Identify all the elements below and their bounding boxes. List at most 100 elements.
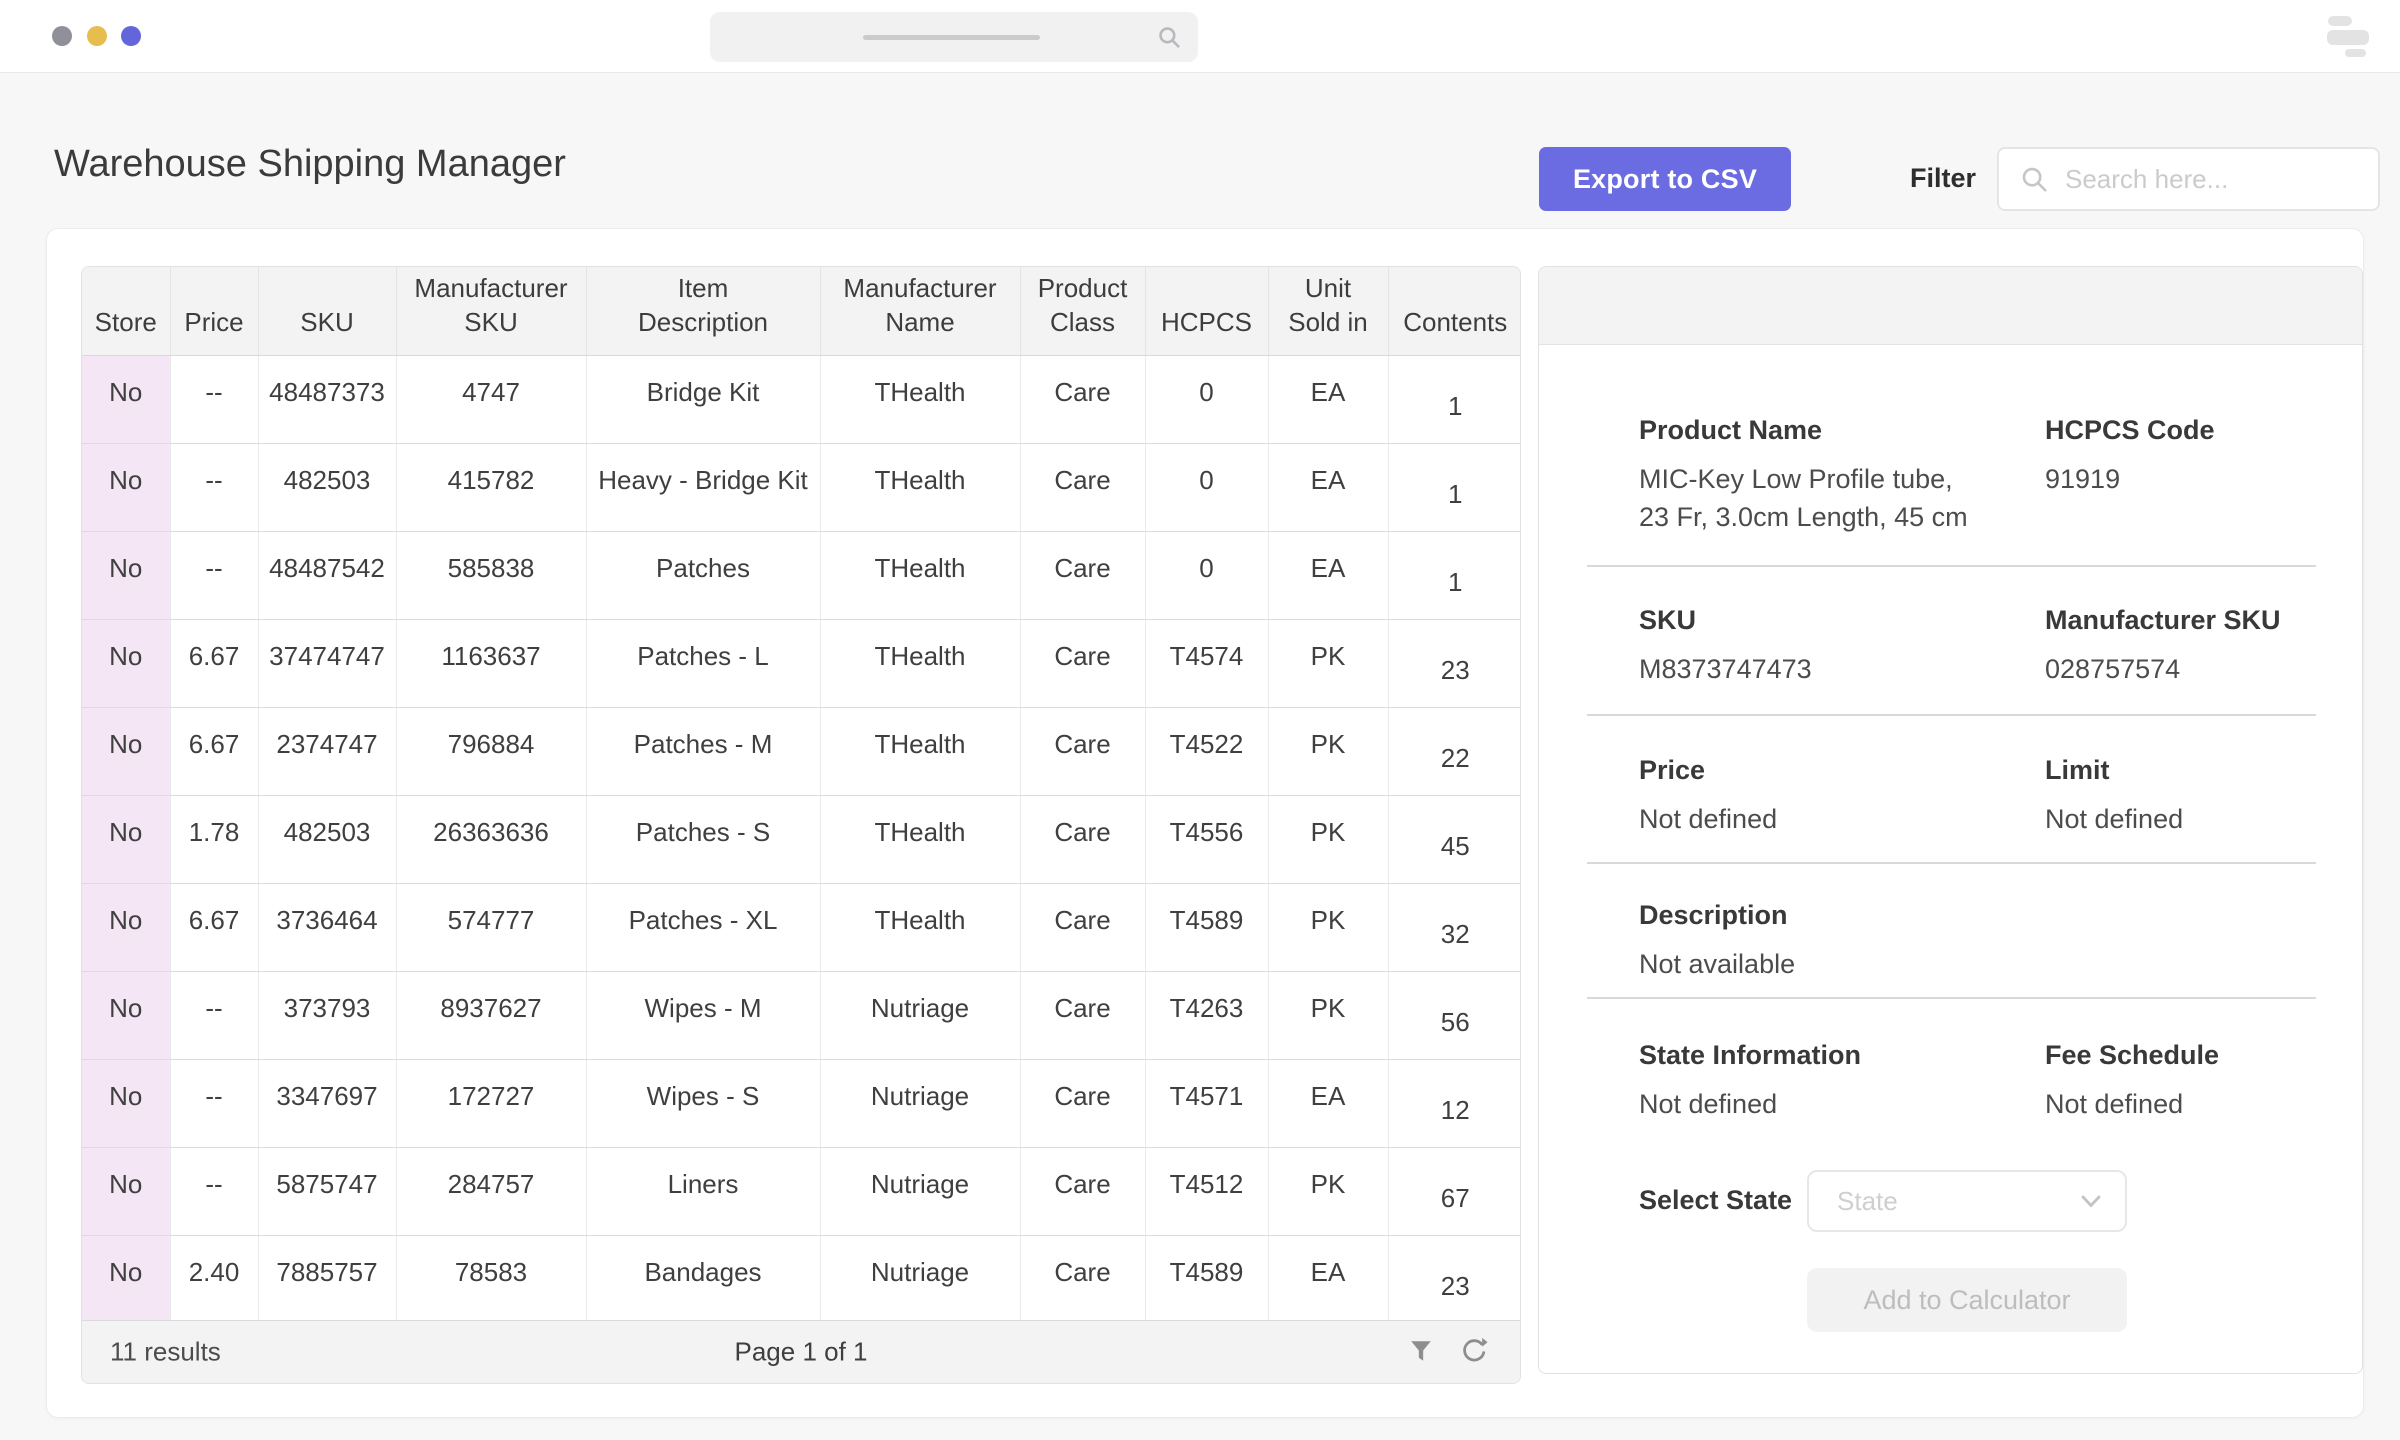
table-row[interactable]: No2.40788575778583BandagesNutriageCareT4… bbox=[82, 1235, 1521, 1323]
select-state-label: Select State bbox=[1639, 1185, 1792, 1216]
menu-bar bbox=[2328, 16, 2352, 26]
refresh-icon[interactable] bbox=[1460, 1337, 1488, 1370]
table-row[interactable]: No--48487542585838PatchesTHealthCare0EA1 bbox=[82, 531, 1521, 619]
cell-store: No bbox=[82, 1147, 170, 1235]
cell-sku: 48487542 bbox=[258, 531, 396, 619]
filter-label: Filter bbox=[1910, 163, 1976, 194]
products-table-card: StorePriceSKUManufacturer SKUItem Descri… bbox=[81, 266, 1521, 1384]
cell-price: -- bbox=[170, 355, 258, 443]
cell-contents: 23 bbox=[1388, 1235, 1521, 1323]
column-header-manufacturer_name: Manufacturer Name bbox=[820, 267, 1020, 355]
field-fee-schedule: Fee Schedule Not defined bbox=[2045, 1040, 2314, 1123]
cell-unit_sold_in: PK bbox=[1268, 619, 1388, 707]
search-input[interactable] bbox=[2063, 163, 2378, 196]
column-header-sku: SKU bbox=[258, 267, 396, 355]
field-manufacturer-sku: Manufacturer SKU 028757574 bbox=[2045, 605, 2314, 688]
window-control-dot-gray[interactable] bbox=[52, 26, 72, 46]
field-sku: SKU M8373747473 bbox=[1639, 605, 2045, 688]
cell-hcpcs: 0 bbox=[1145, 443, 1268, 531]
table-row[interactable]: No6.67374747471163637Patches - LTHealthC… bbox=[82, 619, 1521, 707]
cell-manufacturer_name: Nutriage bbox=[820, 1059, 1020, 1147]
table-row[interactable]: No--482503415782Heavy - Bridge KitTHealt… bbox=[82, 443, 1521, 531]
chrome-address-bar[interactable] bbox=[710, 12, 1198, 62]
table-footer: 11 results Page 1 of 1 bbox=[82, 1320, 1520, 1383]
cell-price: -- bbox=[170, 1059, 258, 1147]
cell-item_description: Wipes - M bbox=[586, 971, 820, 1059]
funnel-icon[interactable] bbox=[1408, 1337, 1434, 1370]
cell-unit_sold_in: EA bbox=[1268, 443, 1388, 531]
cell-price: -- bbox=[170, 531, 258, 619]
cell-manufacturer_sku: 585838 bbox=[396, 531, 586, 619]
field-label: Price bbox=[1639, 755, 2045, 786]
cell-item_description: Patches - L bbox=[586, 619, 820, 707]
filter-search-field[interactable] bbox=[1997, 147, 2380, 211]
panel-header-band bbox=[1539, 267, 2362, 345]
field-price: Price Not defined bbox=[1639, 755, 2045, 838]
cell-product_class: Care bbox=[1020, 883, 1145, 971]
table-row[interactable]: No--3737938937627Wipes - MNutriageCareT4… bbox=[82, 971, 1521, 1059]
cell-contents: 56 bbox=[1388, 971, 1521, 1059]
cell-sku: 482503 bbox=[258, 443, 396, 531]
table-row[interactable]: No--5875747284757LinersNutriageCareT4512… bbox=[82, 1147, 1521, 1235]
cell-manufacturer_name: Nutriage bbox=[820, 1147, 1020, 1235]
column-header-price: Price bbox=[170, 267, 258, 355]
divider bbox=[1587, 997, 2316, 999]
panel-section-sku: SKU M8373747473 Manufacturer SKU 0287575… bbox=[1639, 605, 2314, 688]
field-value: Not defined bbox=[1639, 1085, 2045, 1123]
cell-unit_sold_in: PK bbox=[1268, 1147, 1388, 1235]
cell-hcpcs: T4571 bbox=[1145, 1059, 1268, 1147]
cell-manufacturer_sku: 796884 bbox=[396, 707, 586, 795]
cell-item_description: Patches - XL bbox=[586, 883, 820, 971]
cell-price: 6.67 bbox=[170, 883, 258, 971]
window-control-dot-yellow[interactable] bbox=[87, 26, 107, 46]
cell-manufacturer_name: THealth bbox=[820, 795, 1020, 883]
cell-item_description: Bandages bbox=[586, 1235, 820, 1323]
cell-item_description: Bridge Kit bbox=[586, 355, 820, 443]
cell-contents: 12 bbox=[1388, 1059, 1521, 1147]
field-value: 028757574 bbox=[2045, 650, 2314, 688]
cell-sku: 3736464 bbox=[258, 883, 396, 971]
search-icon bbox=[2019, 164, 2049, 194]
cell-unit_sold_in: EA bbox=[1268, 531, 1388, 619]
window-control-dot-blue[interactable] bbox=[121, 26, 141, 46]
cell-item_description: Wipes - S bbox=[586, 1059, 820, 1147]
table-row[interactable]: No6.672374747796884Patches - MTHealthCar… bbox=[82, 707, 1521, 795]
field-value: Not defined bbox=[1639, 800, 2045, 838]
cell-contents: 32 bbox=[1388, 883, 1521, 971]
state-dropdown[interactable]: State bbox=[1807, 1170, 2127, 1232]
export-csv-button[interactable]: Export to CSV bbox=[1539, 147, 1791, 211]
cell-item_description: Patches - S bbox=[586, 795, 820, 883]
state-dropdown-placeholder: State bbox=[1837, 1186, 2081, 1217]
cell-unit_sold_in: PK bbox=[1268, 707, 1388, 795]
cell-product_class: Care bbox=[1020, 971, 1145, 1059]
field-label: Limit bbox=[2045, 755, 2314, 786]
panel-section-price: Price Not defined Limit Not defined bbox=[1639, 755, 2314, 838]
cell-unit_sold_in: PK bbox=[1268, 971, 1388, 1059]
cell-sku: 373793 bbox=[258, 971, 396, 1059]
table-row[interactable]: No--484873734747Bridge KitTHealthCare0EA… bbox=[82, 355, 1521, 443]
cell-manufacturer_sku: 78583 bbox=[396, 1235, 586, 1323]
cell-price: 6.67 bbox=[170, 707, 258, 795]
content-card: StorePriceSKUManufacturer SKUItem Descri… bbox=[46, 228, 2364, 1418]
cell-item_description: Patches - M bbox=[586, 707, 820, 795]
cell-manufacturer_sku: 574777 bbox=[396, 883, 586, 971]
cell-contents: 1 bbox=[1388, 443, 1521, 531]
add-to-calculator-button[interactable]: Add to Calculator bbox=[1807, 1268, 2127, 1332]
cell-store: No bbox=[82, 355, 170, 443]
cell-manufacturer_sku: 4747 bbox=[396, 355, 586, 443]
cell-hcpcs: T4263 bbox=[1145, 971, 1268, 1059]
field-value: M8373747473 bbox=[1639, 650, 2045, 688]
table-row[interactable]: No6.673736464574777Patches - XLTHealthCa… bbox=[82, 883, 1521, 971]
table-row[interactable]: No1.7848250326363636Patches - STHealthCa… bbox=[82, 795, 1521, 883]
column-header-hcpcs: HCPCS bbox=[1145, 267, 1268, 355]
cell-price: -- bbox=[170, 1147, 258, 1235]
cell-contents: 45 bbox=[1388, 795, 1521, 883]
products-table: StorePriceSKUManufacturer SKUItem Descri… bbox=[82, 267, 1521, 1324]
cell-sku: 37474747 bbox=[258, 619, 396, 707]
cell-contents: 22 bbox=[1388, 707, 1521, 795]
cell-hcpcs: T4556 bbox=[1145, 795, 1268, 883]
cell-price: 2.40 bbox=[170, 1235, 258, 1323]
table-row[interactable]: No--3347697172727Wipes - SNutriageCareT4… bbox=[82, 1059, 1521, 1147]
cell-product_class: Care bbox=[1020, 1235, 1145, 1323]
cell-item_description: Liners bbox=[586, 1147, 820, 1235]
